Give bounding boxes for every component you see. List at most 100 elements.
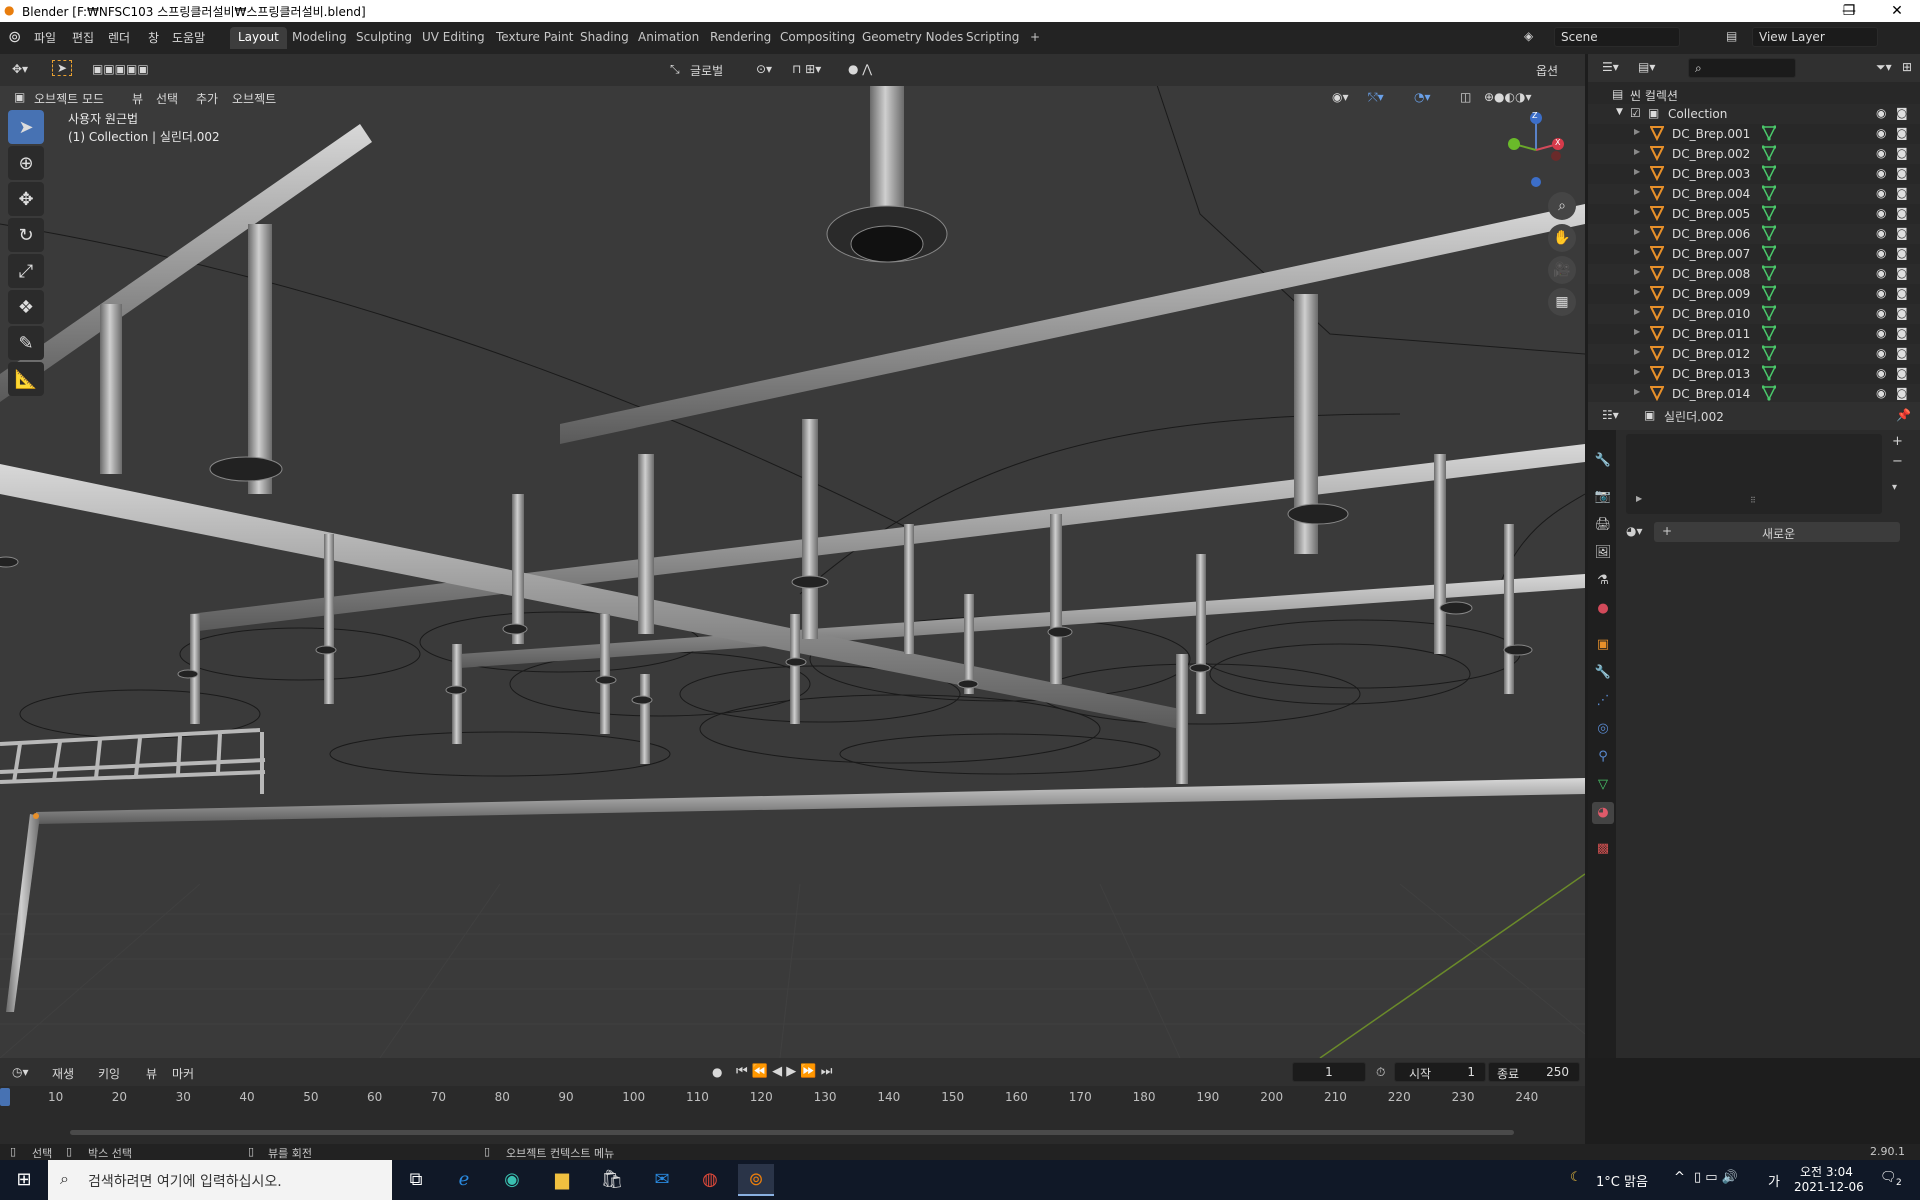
tab-modeling[interactable]: Modeling: [284, 27, 355, 49]
tray-status-icons[interactable]: ▯ ▭ 🔊: [1694, 1170, 1738, 1185]
material-tab-icon[interactable]: ◕: [1592, 802, 1614, 824]
pan-hand-icon[interactable]: ✋: [1548, 224, 1576, 252]
menu-marker[interactable]: 마커: [172, 1065, 194, 1082]
tab-uv-editing[interactable]: UV Editing: [414, 27, 493, 49]
scale-tool-icon[interactable]: ⤢: [8, 254, 44, 288]
outliner-item[interactable]: ▶ DC_Brep.004 ◉ ◙: [1588, 184, 1920, 204]
snap-icon[interactable]: ⊓ ⊞▾: [792, 62, 821, 76]
eye-icon[interactable]: ◉: [1876, 266, 1886, 280]
mesh-data-tab-icon[interactable]: ▽: [1592, 774, 1614, 796]
pivot-icon[interactable]: ⊙▾: [756, 62, 772, 76]
stopwatch-icon[interactable]: ⏱: [1376, 1065, 1385, 1080]
render-camera-icon[interactable]: ◙: [1896, 106, 1908, 120]
render-tab-icon[interactable]: 📷: [1592, 486, 1614, 508]
outliner-search-input[interactable]: ⌕: [1688, 58, 1796, 78]
material-slot-list[interactable]: ▶ ⠿: [1626, 434, 1882, 514]
ie-browser-icon[interactable]: ℯ: [446, 1164, 482, 1196]
annotate-tool-icon[interactable]: ✎: [8, 326, 44, 360]
new-material-button[interactable]: + 새로운: [1654, 522, 1900, 542]
collapse-chevron-icon[interactable]: ▼: [1616, 107, 1623, 117]
record-icon[interactable]: ●: [712, 1065, 722, 1079]
pipe-front-left-drop[interactable]: [6, 814, 40, 1012]
menu-render[interactable]: 렌더: [108, 29, 130, 46]
tab-scripting[interactable]: Scripting: [958, 27, 1027, 49]
render-camera-icon[interactable]: ◙: [1896, 286, 1908, 300]
outliner-item[interactable]: ▶ DC_Brep.001 ◉ ◙: [1588, 124, 1920, 144]
render-camera-icon[interactable]: ◙: [1896, 246, 1908, 260]
menu-playback[interactable]: 재생: [52, 1065, 74, 1082]
ortho-grid-icon[interactable]: ▦: [1548, 288, 1576, 316]
eye-icon[interactable]: ◉: [1876, 186, 1886, 200]
3d-viewport[interactable]: ✥▾ ➤ ▣▣▣▣▣ ⤡ 글로벌 ⊙▾ ⊓ ⊞▾ ● ⋀ 옵션 ▣ 오브젝트 모…: [0, 54, 1585, 1058]
move-tool-icon[interactable]: ✥: [8, 182, 44, 216]
mesh-data-icon[interactable]: [1762, 185, 1776, 201]
outliner-item[interactable]: ▶ DC_Brep.014 ◉ ◙: [1588, 384, 1920, 404]
render-camera-icon[interactable]: ◙: [1896, 346, 1908, 360]
eye-icon[interactable]: ◉: [1876, 286, 1886, 300]
viewport-scene[interactable]: [0, 54, 1585, 1058]
physics-tab-icon[interactable]: ◎: [1592, 718, 1614, 740]
visibility-icon[interactable]: ◉▾: [1332, 90, 1349, 104]
object-tab-icon[interactable]: ▣: [1592, 634, 1614, 656]
eye-icon[interactable]: ◉: [1876, 166, 1886, 180]
render-camera-icon[interactable]: ◙: [1896, 366, 1908, 380]
properties-editor-icon[interactable]: ☷▾: [1602, 408, 1619, 422]
menu-object[interactable]: 오브젝트: [232, 90, 276, 107]
tab-texture-paint[interactable]: Texture Paint: [488, 27, 581, 49]
expand-arrow-icon[interactable]: ▶: [1634, 147, 1640, 156]
timeline-scrollbar[interactable]: [70, 1130, 1514, 1135]
timeline-editor-icon[interactable]: ◷▾: [12, 1065, 29, 1079]
tab-animation[interactable]: Animation: [630, 27, 707, 49]
render-camera-icon[interactable]: ◙: [1896, 326, 1908, 340]
expand-arrow-icon[interactable]: ▶: [1634, 387, 1640, 396]
menu-add[interactable]: 추가: [196, 90, 218, 107]
expand-triangle-icon[interactable]: ▶: [1636, 494, 1642, 503]
tab-layout[interactable]: Layout: [230, 27, 287, 49]
transform-orientation-dropdown[interactable]: 글로벌: [690, 62, 723, 79]
tab-geometry-nodes[interactable]: Geometry Nodes: [854, 27, 971, 49]
expand-arrow-icon[interactable]: ▶: [1634, 227, 1640, 236]
menu-window[interactable]: 창: [148, 29, 159, 46]
particles-tab-icon[interactable]: ⋰: [1592, 690, 1614, 712]
tab-shading[interactable]: Shading: [572, 27, 637, 49]
tab-rendering[interactable]: Rendering: [702, 27, 779, 49]
clock-time[interactable]: 오전 3:04: [1800, 1163, 1853, 1180]
pin-icon[interactable]: 📌: [1896, 408, 1911, 422]
outliner-item[interactable]: ▶ DC_Brep.006 ◉ ◙: [1588, 224, 1920, 244]
cursor-tool-icon[interactable]: ⊕: [8, 146, 44, 180]
mode-dropdown[interactable]: 오브젝트 모드: [34, 90, 104, 107]
mode-icon[interactable]: ▣: [14, 90, 25, 104]
transform-orientation-icon[interactable]: ⤡: [670, 62, 680, 77]
remove-slot-button[interactable]: −: [1892, 454, 1903, 469]
outliner-item[interactable]: ▶ DC_Brep.002 ◉ ◙: [1588, 144, 1920, 164]
mesh-data-icon[interactable]: [1762, 285, 1776, 301]
mesh-data-icon[interactable]: [1762, 265, 1776, 281]
render-camera-icon[interactable]: ◙: [1896, 266, 1908, 280]
expand-arrow-icon[interactable]: ▶: [1634, 307, 1640, 316]
current-frame-field[interactable]: 1: [1292, 1062, 1366, 1082]
menu-keying[interactable]: 키잉: [98, 1065, 120, 1082]
outliner-item[interactable]: ▶ DC_Brep.013 ◉ ◙: [1588, 364, 1920, 384]
select-mode-icons[interactable]: ▣▣▣▣▣: [92, 62, 149, 76]
measure-tool-icon[interactable]: 📐: [8, 362, 44, 396]
scene-selector[interactable]: Scene: [1554, 27, 1680, 47]
playhead[interactable]: [0, 1088, 10, 1106]
transform-tool-icon[interactable]: ❖: [8, 290, 44, 324]
eye-icon[interactable]: ◉: [1876, 226, 1886, 240]
chrome-icon[interactable]: ◍: [692, 1164, 728, 1196]
render-camera-icon[interactable]: ◙: [1896, 166, 1908, 180]
render-camera-icon[interactable]: ◙: [1896, 386, 1908, 400]
pipe-front-bottom[interactable]: [36, 778, 1585, 824]
playback-controls[interactable]: ⏮ ⏪ ◀ ▶ ⏩ ⏭: [736, 1064, 832, 1079]
ime-indicator[interactable]: 가: [1768, 1171, 1780, 1190]
editor-type-icon[interactable]: ✥▾: [12, 62, 28, 76]
eye-icon[interactable]: ◉: [1876, 366, 1886, 380]
filter-icon[interactable]: ⏷▾: [1876, 60, 1892, 75]
eye-icon[interactable]: ◉: [1876, 106, 1886, 120]
gizmo-toggle-icon[interactable]: ⤲▾: [1368, 90, 1384, 105]
menu-file[interactable]: 파일: [34, 29, 56, 46]
store-icon[interactable]: 🛍: [594, 1164, 630, 1196]
outliner-item[interactable]: ▶ DC_Brep.007 ◉ ◙: [1588, 244, 1920, 264]
options-dropdown[interactable]: 옵션: [1536, 62, 1558, 79]
material-browse-icon[interactable]: ◕▾: [1626, 524, 1643, 538]
